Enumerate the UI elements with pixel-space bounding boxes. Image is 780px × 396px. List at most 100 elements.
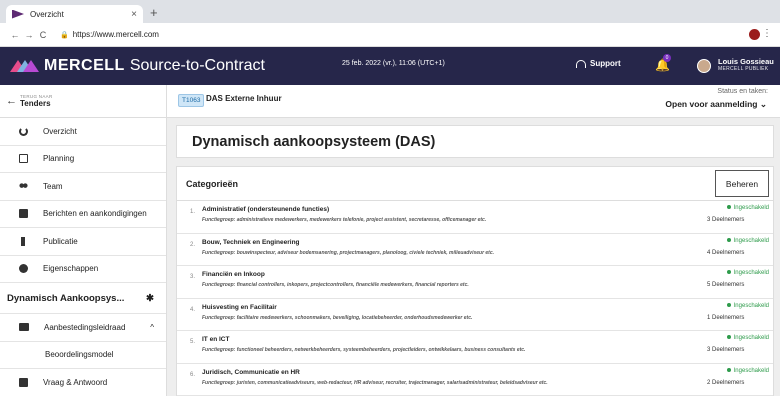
back-arrow-icon[interactable]: ← <box>8 30 22 40</box>
back-title: Tenders <box>20 99 51 108</box>
status-text: Ingeschakeld <box>733 302 769 309</box>
status-dot-icon <box>726 237 731 242</box>
dashboard-icon <box>19 126 28 136</box>
status-dropdown[interactable]: Open voor aanmelding ⌄ <box>665 99 767 110</box>
tender-name: DAS Externe Inhuur <box>206 94 282 103</box>
participant-count: 3 Deelnemers <box>707 347 745 353</box>
gear-icon <box>19 264 28 274</box>
category-number: 4. <box>190 306 196 313</box>
category-row[interactable]: 1. Administratief (ondersteunende functi… <box>177 201 773 234</box>
category-row[interactable]: 5. IT en ICT Functiegroep: functioneel b… <box>177 331 773 364</box>
sidebar-item-team[interactable]: Team <box>0 173 166 201</box>
category-name: IT en ICT <box>202 336 230 343</box>
status-text: Ingeschakeld <box>733 270 769 276</box>
category-name: Administratief (ondersteunende functies) <box>202 206 330 213</box>
category-description: Functiegroep: bouwinspecteur, adviseur b… <box>202 249 495 256</box>
status-text: Ingeschakeld <box>733 335 769 341</box>
category-number: 6. <box>190 371 196 378</box>
current-datetime: 25 feb. 2022 (vr.), 11:06 (UTC+1) <box>342 60 445 67</box>
participant-count: 4 Deelnemers <box>707 249 745 256</box>
address-bar: ← → C 🔒 https://www.mercell.com ⋮ <box>0 23 780 47</box>
status-badge: Ingeschakeld <box>726 368 769 374</box>
status-value: Open voor aanmelding <box>665 99 758 109</box>
status-text: Ingeschakeld <box>733 237 769 244</box>
sidebar-item-publicatie[interactable]: Publicatie <box>0 228 166 256</box>
sidebar-item-label: Vraag & Antwoord <box>43 377 108 387</box>
url-text: https://www.mercell.com <box>72 30 159 39</box>
category-row[interactable]: 4. Huisvesting en Facilitair Functiegroe… <box>177 299 773 331</box>
brand-name: MERCELL <box>44 57 125 74</box>
category-row[interactable]: 6. Juridisch, Communicatie en HR Functie… <box>177 364 773 396</box>
categories-card: Categorieën Beheren 1. Administratief (o… <box>176 166 774 396</box>
category-description: Functiegroep: administratieve medewerker… <box>202 217 487 223</box>
sidebar-item-overzicht[interactable]: Overzicht <box>0 118 166 146</box>
user-menu[interactable]: Louis Gossieau MERCELL PUBLIEK <box>718 57 774 72</box>
status-badge: Ingeschakeld <box>726 302 769 309</box>
product-name: Source-to-Contract <box>129 57 265 74</box>
user-name: Louis Gossieau <box>718 57 774 66</box>
support-button[interactable]: Support <box>576 59 621 68</box>
manage-button[interactable]: Beheren <box>715 170 769 197</box>
profile-icon[interactable] <box>749 29 760 40</box>
category-number: 3. <box>190 274 196 280</box>
participant-count: 1 Deelnemers <box>707 314 745 321</box>
category-row[interactable]: 2. Bouw, Techniek en Engineering Functie… <box>177 234 773 266</box>
chevron-up-icon[interactable]: ^ <box>150 323 154 332</box>
calendar-icon <box>19 154 28 164</box>
browser-tab[interactable]: Overzicht × <box>6 5 143 23</box>
section-settings-gear-icon[interactable]: ✱ <box>146 293 154 304</box>
sidebar-item-label: Berichten en aankondigingen <box>43 209 147 219</box>
sidebar-item-berichten[interactable]: Berichten en aankondigingen <box>0 201 166 228</box>
category-name: Bouw, Techniek en Engineering <box>202 238 300 246</box>
category-description: Functiegroep: juristen, communicatieadvi… <box>202 379 548 386</box>
sidebar-section-das[interactable]: Dynamisch Aankoopsys... ✱ <box>0 283 166 314</box>
status-badge: Ingeschakeld <box>726 270 769 276</box>
close-tab-icon[interactable]: × <box>131 9 137 20</box>
sidebar-item-label: Planning <box>43 154 75 164</box>
category-number: 5. <box>190 339 196 345</box>
support-label: Support <box>590 59 621 68</box>
participant-count: 5 Deelnemers <box>707 282 745 288</box>
notifications-bell-icon[interactable]: 🔔 0 <box>655 54 671 74</box>
reload-icon[interactable]: C <box>36 30 50 40</box>
people-icon <box>19 181 28 191</box>
chevron-down-icon: ⌄ <box>759 99 767 109</box>
back-to-tenders[interactable]: ← TERUG NAAR Tenders <box>0 85 166 118</box>
status-badge: Ingeschakeld <box>726 335 769 341</box>
status-text: Ingeschakeld <box>733 205 769 211</box>
browser-tabbar: Overzicht × + <box>0 0 780 23</box>
sidebar-section-title: Dynamisch Aankoopsys... <box>7 292 125 304</box>
category-name: Juridisch, Communicatie en HR <box>202 368 300 376</box>
sidebar-item-label: Aanbestedingsleidraad <box>44 322 126 332</box>
sidebar-item-aanbestedingsleidraad[interactable]: Aanbestedingsleidraad ^ <box>0 314 166 342</box>
sidebar-item-eigenschappen[interactable]: Eigenschappen <box>0 256 166 283</box>
participant-count: 2 Deelnemers <box>707 379 745 386</box>
category-description: Functiegroep: financial controllers, ink… <box>202 282 469 288</box>
status-label: Status en taken: <box>717 88 768 95</box>
sidebar-item-label: Overzicht <box>43 126 77 136</box>
sidebar-subitem-beoordelingsmodel[interactable]: Beoordelingsmodel <box>0 342 166 369</box>
menu-kebab-icon[interactable]: ⋮ <box>762 28 772 39</box>
new-tab-button[interactable]: + <box>150 5 158 20</box>
mercell-logo[interactable]: MERCELL Source-to-Contract <box>10 57 265 75</box>
category-number: 1. <box>190 209 196 215</box>
status-dot-icon <box>726 205 731 210</box>
category-row[interactable]: 3. Financiën en Inkoop Functiegroep: fin… <box>177 266 773 299</box>
avatar[interactable] <box>697 59 711 73</box>
tender-code-badge: T1063 <box>178 94 205 107</box>
participant-count: 3 Deelnemers <box>707 217 745 223</box>
sidebar: ← TERUG NAAR Tenders Overzicht Planning … <box>0 85 167 396</box>
sidebar-item-vraag-antwoord[interactable]: Vraag & Antwoord <box>0 369 166 396</box>
sidebar-item-planning[interactable]: Planning <box>0 146 166 173</box>
forward-arrow-icon[interactable]: → <box>22 30 36 40</box>
status-dot-icon <box>726 302 731 307</box>
sidebar-item-label: Eigenschappen <box>43 264 99 274</box>
notification-badge: 0 <box>663 54 671 62</box>
tab-title: Overzicht <box>30 9 64 19</box>
category-name: Financiën en Inkoop <box>202 271 265 278</box>
back-arrow-icon: ← <box>6 95 17 107</box>
url-field[interactable]: 🔒 https://www.mercell.com <box>60 30 159 39</box>
user-org: MERCELL PUBLIEK <box>718 66 769 72</box>
sidebar-item-label: Publicatie <box>43 236 78 246</box>
sidebar-item-label: Team <box>43 181 63 191</box>
